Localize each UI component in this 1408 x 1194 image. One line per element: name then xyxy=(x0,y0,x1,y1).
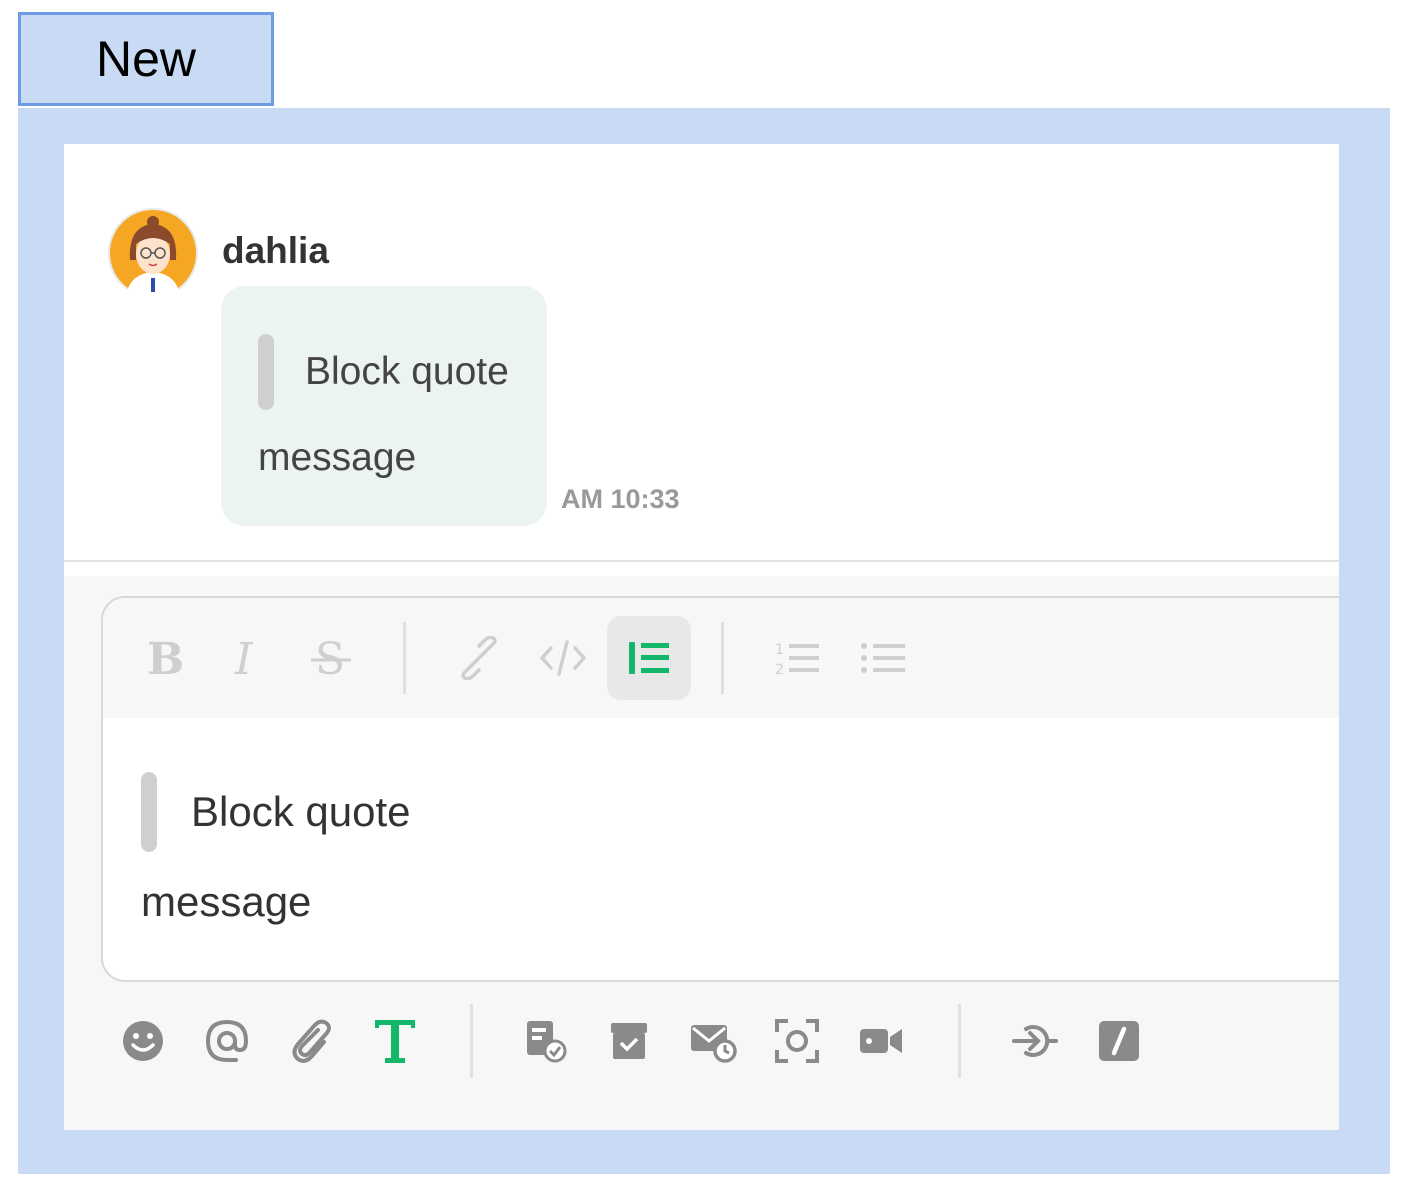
video-call-button[interactable] xyxy=(846,1006,916,1076)
format-toolbar: B I S 1 2 xyxy=(103,598,1339,718)
editor-quote-bar xyxy=(141,772,157,852)
attachment-icon xyxy=(288,1018,334,1064)
message-quote-text: Block quote xyxy=(305,350,509,393)
scheduled-mail-icon xyxy=(689,1019,737,1063)
integration-button[interactable] xyxy=(1000,1006,1070,1076)
divider xyxy=(64,560,1339,562)
video-call-icon xyxy=(858,1021,904,1061)
toolbar-separator xyxy=(403,622,406,694)
strikethrough-icon: S xyxy=(309,636,353,680)
message-timestamp: AM 10:33 xyxy=(561,484,680,514)
task-button[interactable] xyxy=(510,1006,580,1076)
bullet-list-icon xyxy=(859,638,907,678)
avatar[interactable] xyxy=(108,208,198,298)
emoji-button[interactable] xyxy=(108,1006,178,1076)
scheduled-mail-button[interactable] xyxy=(678,1006,748,1076)
svg-text:2: 2 xyxy=(775,662,784,678)
link-button[interactable] xyxy=(437,616,521,700)
emoji-icon xyxy=(121,1019,165,1063)
mention-button[interactable] xyxy=(192,1006,262,1076)
screenshot-icon xyxy=(774,1018,820,1064)
block-quote-icon xyxy=(627,638,671,678)
task-icon xyxy=(523,1019,567,1063)
slash-command-icon xyxy=(1097,1019,1141,1063)
toolbar-separator xyxy=(958,1004,961,1078)
svg-text:B: B xyxy=(147,636,183,680)
archive-button[interactable] xyxy=(594,1006,664,1076)
new-tab-label: New xyxy=(18,12,274,106)
bullet-list-button[interactable] xyxy=(841,616,925,700)
code-button[interactable] xyxy=(521,616,605,700)
archive-icon xyxy=(607,1019,651,1063)
message-text: message xyxy=(258,436,417,479)
italic-icon: I xyxy=(227,636,267,680)
link-icon xyxy=(457,636,501,680)
screenshot-button[interactable] xyxy=(762,1006,832,1076)
action-toolbar xyxy=(64,1002,1339,1092)
bold-icon: B xyxy=(143,636,183,680)
chat-panel: dahlia Block quote message AM 10:33 B I xyxy=(64,144,1339,1130)
message-editor[interactable]: B I S 1 2 Block quote message xyxy=(101,596,1339,982)
editor-quote-text[interactable]: Block quote xyxy=(191,788,410,836)
mention-icon xyxy=(204,1018,250,1064)
bold-button[interactable]: B xyxy=(121,616,205,700)
quote-bar xyxy=(258,334,274,410)
code-icon xyxy=(539,638,587,678)
svg-text:I: I xyxy=(234,636,254,680)
text-format-button[interactable] xyxy=(360,1006,430,1076)
text-format-icon xyxy=(372,1016,418,1066)
attachment-button[interactable] xyxy=(276,1006,346,1076)
strikethrough-button[interactable]: S xyxy=(289,616,373,700)
ordered-list-button[interactable]: 1 2 xyxy=(755,616,839,700)
editor-message-text[interactable]: message xyxy=(141,878,311,926)
ordered-list-icon: 1 2 xyxy=(773,638,821,678)
message-bubble[interactable]: Block quote message xyxy=(221,286,547,526)
toolbar-separator xyxy=(721,622,724,694)
italic-button[interactable]: I xyxy=(205,616,289,700)
sender-name[interactable]: dahlia xyxy=(222,230,329,272)
slash-command-button[interactable] xyxy=(1084,1006,1154,1076)
block-quote-button[interactable] xyxy=(607,616,691,700)
composer-area: B I S 1 2 Block quote message xyxy=(64,576,1339,1130)
svg-text:1: 1 xyxy=(775,642,784,658)
toolbar-separator xyxy=(470,1004,473,1078)
svg-text:S: S xyxy=(315,636,345,680)
integration-icon xyxy=(1012,1021,1058,1061)
